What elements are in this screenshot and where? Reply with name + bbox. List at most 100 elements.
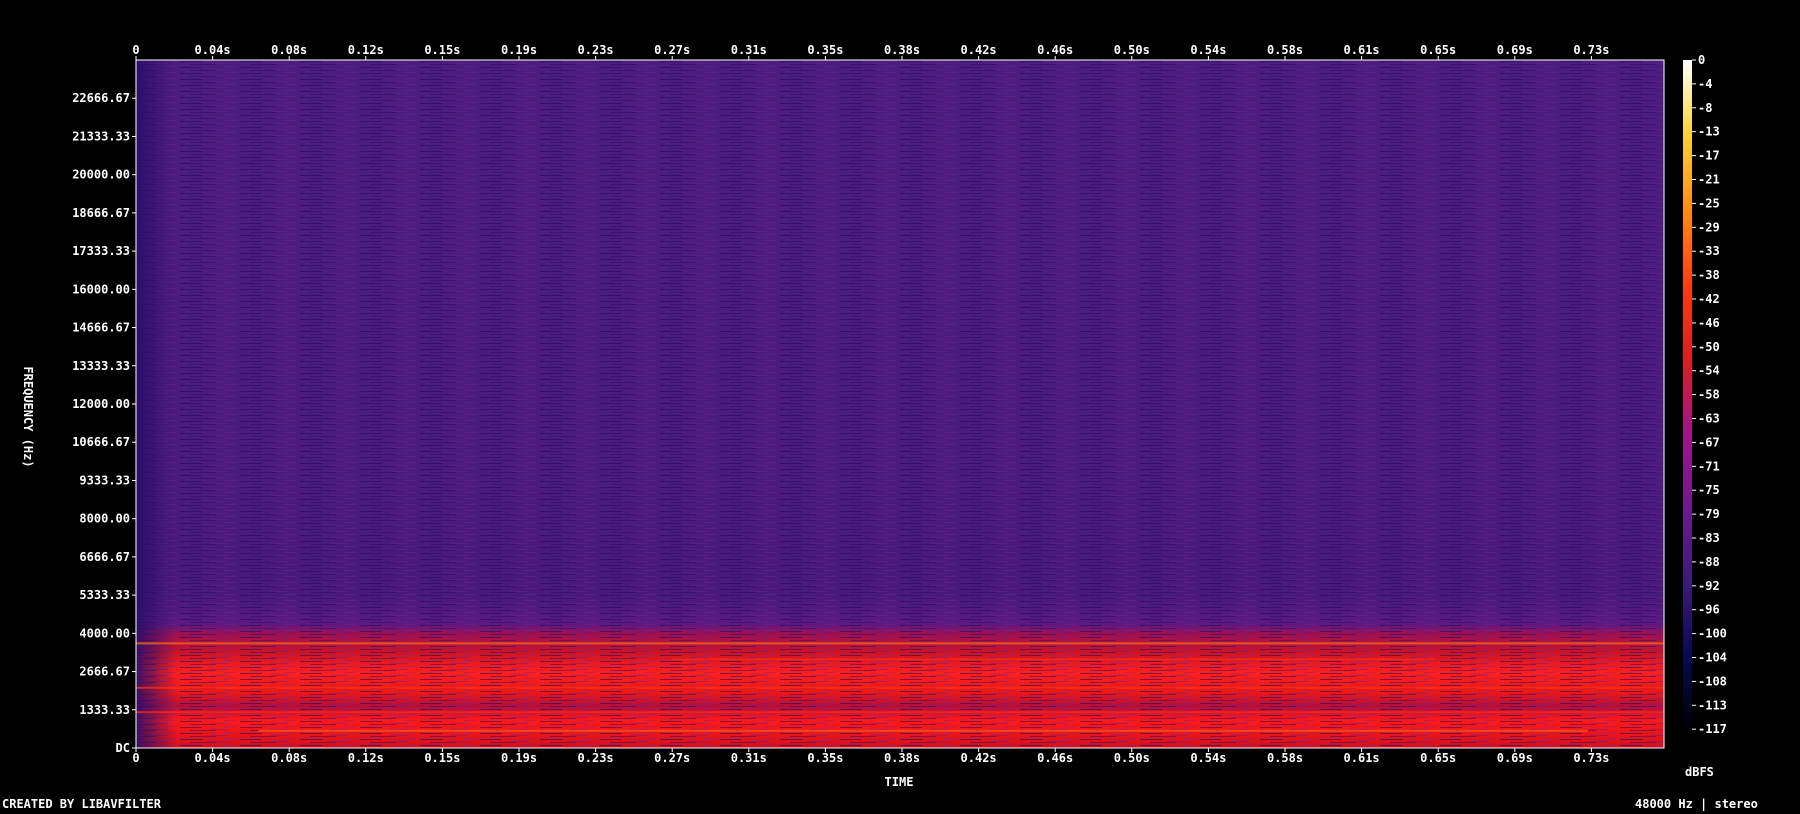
y-tick-label: 6666.67 — [79, 550, 130, 564]
y-axis-label: FREQUENCY (Hz) — [21, 366, 35, 467]
x-tick-label: 0.50s — [1114, 43, 1150, 57]
harmonic-line — [136, 686, 1664, 689]
y-tick-label: 18666.67 — [72, 206, 130, 220]
x-tick-label: 0 — [132, 43, 139, 57]
x-tick-label: 0.58s — [1267, 751, 1303, 765]
colorbar-label: dBFS — [1685, 765, 1714, 779]
colorbar-tick-label: 0 — [1698, 53, 1705, 67]
x-tick-label: 0.27s — [654, 43, 690, 57]
colorbar-tick-label: -88 — [1698, 555, 1720, 569]
x-tick-label: 0.61s — [1344, 43, 1380, 57]
colorbar-tick-label: -108 — [1698, 674, 1727, 688]
x-tick-label: 0.54s — [1190, 751, 1226, 765]
x-tick-label: 0.38s — [884, 751, 920, 765]
y-tick-label: DC — [116, 741, 130, 755]
y-tick-label: 10666.67 — [72, 435, 130, 449]
spectrogram-texture — [136, 60, 1664, 748]
y-tick-label: 9333.33 — [79, 473, 130, 487]
x-tick-label: 0.42s — [961, 751, 997, 765]
y-tick-label: 5333.33 — [79, 588, 130, 602]
y-tick-label: 1333.33 — [79, 703, 130, 717]
y-tick-label: 12000.00 — [72, 397, 130, 411]
x-tick-label: 0.27s — [654, 751, 690, 765]
colorbar-tick-label: -8 — [1698, 101, 1712, 115]
y-tick-label: 20000.00 — [72, 168, 130, 182]
x-tick-label: 0.31s — [731, 43, 767, 57]
credit-text: CREATED BY LIBAVFILTER — [2, 797, 161, 811]
colorbar-tick-label: -17 — [1698, 149, 1720, 163]
colorbar-tick-label: -54 — [1698, 364, 1720, 378]
x-tick-label: 0 — [132, 751, 139, 765]
x-tick-label: 0.54s — [1190, 43, 1226, 57]
harmonic-line — [258, 729, 1588, 732]
colorbar-tick-label: -113 — [1698, 698, 1727, 712]
x-tick-label: 0.15s — [424, 751, 460, 765]
colorbar-tick-label: -50 — [1698, 340, 1720, 354]
colorbar-tick-label: -117 — [1698, 722, 1727, 736]
colorbar-tick-label: -58 — [1698, 388, 1720, 402]
x-tick-label: 0.42s — [961, 43, 997, 57]
spectrogram-chart: 0 0 0.04s 0.04s 0.08s 0.08s 0.12s 0.12s 0.15s 0.1… — [21, 43, 1727, 789]
x-tick-label: 0.50s — [1114, 751, 1150, 765]
x-tick-label: 0.38s — [884, 43, 920, 57]
colorbar-tick-label: -92 — [1698, 579, 1720, 593]
colorbar-tick-label: -83 — [1698, 531, 1720, 545]
colorbar-tick-label: -67 — [1698, 435, 1720, 449]
colorbar-tick-label: -79 — [1698, 507, 1720, 521]
x-tick-label: 0.35s — [807, 751, 843, 765]
x-tick-label: 0.73s — [1573, 43, 1609, 57]
colorbar-tick-label: -38 — [1698, 268, 1720, 282]
x-tick-label: 0.46s — [1037, 751, 1073, 765]
x-tick-label: 0.23s — [578, 751, 614, 765]
x-tick-label: 0.35s — [807, 43, 843, 57]
y-tick-label: 13333.33 — [72, 359, 130, 373]
colorbar-tick-label: -104 — [1698, 651, 1727, 665]
y-tick-label: 17333.33 — [72, 244, 130, 258]
spectrogram-figure: 0 0 0.04s 0.04s 0.08s 0.08s 0.12s 0.12s 0.15s 0.1… — [0, 0, 1800, 811]
colorbar-tick-label: -63 — [1698, 412, 1720, 426]
x-tick-label: 0.19s — [501, 751, 537, 765]
onset-fade — [136, 60, 176, 748]
x-tick-label: 0.08s — [271, 43, 307, 57]
colorbar-gradient — [1683, 60, 1692, 732]
colorbar-tick-label: -46 — [1698, 316, 1720, 330]
colorbar-tick-label: -13 — [1698, 125, 1720, 139]
x-tick-label: 0.31s — [731, 751, 767, 765]
y-tick-label: 8000.00 — [79, 512, 130, 526]
plot-area — [135, 59, 1665, 749]
harmonic-line — [136, 642, 1664, 645]
x-tick-label: 0.12s — [348, 43, 384, 57]
colorbar-tick-label: -25 — [1698, 196, 1720, 210]
colorbar-tick-label: -42 — [1698, 292, 1720, 306]
harmonic-line — [136, 711, 1664, 714]
x-tick-label: 0.69s — [1497, 751, 1533, 765]
x-tick-label: 0.15s — [424, 43, 460, 57]
x-tick-label: 0.69s — [1497, 43, 1533, 57]
y-tick-label: 22666.67 — [72, 91, 130, 105]
x-tick-label: 0.65s — [1420, 751, 1456, 765]
dbfs-colorbar: 0 -4 -8 -13 -17 -21 -25 -29 -33 -38 -42 -46 -50 -54 -5… — [1683, 53, 1727, 736]
y-tick-label: 4000.00 — [79, 626, 130, 640]
colorbar-tick-label: -71 — [1698, 459, 1720, 473]
x-tick-label: 0.04s — [195, 751, 231, 765]
x-tick-label: 0.04s — [195, 43, 231, 57]
colorbar-tick-label: -100 — [1698, 627, 1727, 641]
format-info: 48000 Hz | stereo — [1635, 797, 1758, 811]
x-tick-label: 0.19s — [501, 43, 537, 57]
colorbar-tick-label: -96 — [1698, 603, 1720, 617]
x-tick-label: 0.61s — [1344, 751, 1380, 765]
y-tick-label: 21333.33 — [72, 129, 130, 143]
x-tick-label: 0.08s — [271, 751, 307, 765]
colorbar-tick-label: -29 — [1698, 220, 1720, 234]
x-tick-label: 0.58s — [1267, 43, 1303, 57]
y-tick-label: 2666.67 — [79, 665, 130, 679]
x-tick-label: 0.46s — [1037, 43, 1073, 57]
x-tick-label: 0.12s — [348, 751, 384, 765]
frequency-axis: DC 1333.33 2666.67 4000.00 5333.33 6666.67 800… — [72, 91, 136, 755]
x-tick-label: 0.65s — [1420, 43, 1456, 57]
colorbar-tick-label: -4 — [1698, 77, 1712, 91]
y-tick-label: 16000.00 — [72, 282, 130, 296]
colorbar-tick-label: -75 — [1698, 483, 1720, 497]
x-tick-label: 0.23s — [578, 43, 614, 57]
x-axis-label: TIME — [885, 775, 914, 789]
